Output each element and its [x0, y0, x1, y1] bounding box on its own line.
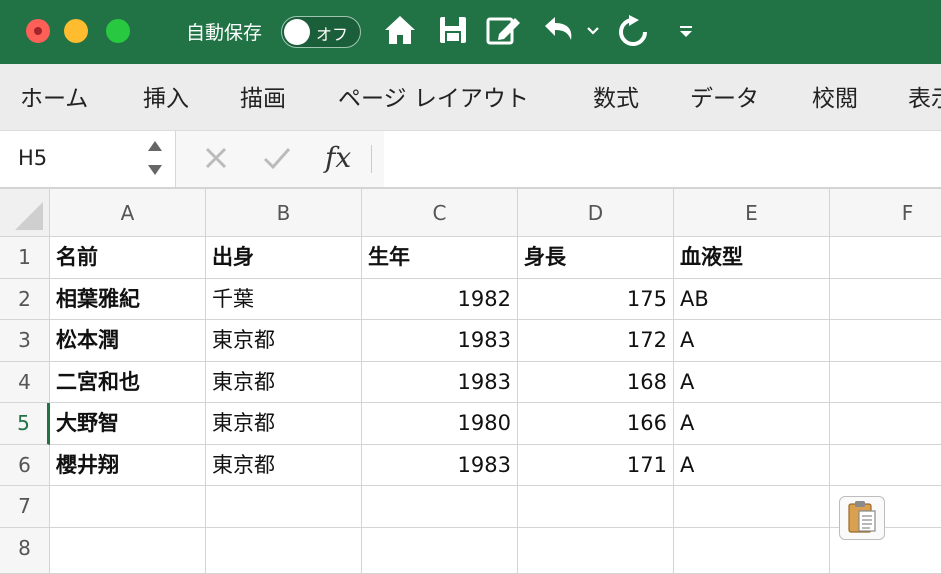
cell-a1[interactable]: 名前 [50, 237, 206, 279]
cell-b3[interactable]: 東京都 [206, 320, 362, 362]
cell-f1[interactable] [830, 237, 941, 279]
cell-f5[interactable] [830, 403, 941, 445]
edit-icon[interactable] [485, 12, 523, 52]
row-header-4[interactable]: 4 [0, 362, 50, 403]
tab-page-layout[interactable]: ページ レイアウト [338, 79, 529, 113]
row-header-7[interactable]: 7 [0, 486, 50, 528]
row-header-8[interactable]: 8 [0, 528, 50, 574]
cell-e6[interactable]: A [674, 445, 830, 486]
cell-b7[interactable] [206, 486, 362, 528]
cell-b2[interactable]: 千葉 [206, 279, 362, 320]
clipboard-icon [848, 501, 876, 533]
cell-e1[interactable]: 血液型 [674, 237, 830, 279]
row-header-6[interactable]: 6 [0, 445, 50, 486]
cell-e2[interactable]: AB [674, 279, 830, 320]
cell-d4[interactable]: 168 [518, 362, 674, 403]
cell-b4[interactable]: 東京都 [206, 362, 362, 403]
zoom-window-button[interactable] [106, 19, 130, 43]
column-header-b[interactable]: B [206, 189, 362, 237]
cell-d2[interactable]: 175 [518, 279, 674, 320]
row-header-2[interactable]: 2 [0, 279, 50, 320]
tab-draw[interactable]: 描画 [240, 79, 286, 113]
cell-a8[interactable] [50, 528, 206, 574]
home-icon[interactable] [383, 12, 417, 52]
cell-e4[interactable]: A [674, 362, 830, 403]
column-header-c[interactable]: C [362, 189, 518, 237]
cell-a4[interactable]: 二宮和也 [50, 362, 206, 403]
cell-b8[interactable] [206, 528, 362, 574]
autosave-toggle[interactable]: オフ [281, 16, 361, 48]
tab-insert[interactable]: 挿入 [143, 79, 189, 113]
cell-e3[interactable]: A [674, 320, 830, 362]
cell-d8[interactable] [518, 528, 674, 574]
formula-bar: H5 fx [0, 130, 941, 188]
cell-a2[interactable]: 相葉雅紀 [50, 279, 206, 320]
save-icon[interactable] [437, 12, 469, 52]
tab-review[interactable]: 校閲 [812, 79, 858, 113]
cell-c5[interactable]: 1980 [362, 403, 518, 445]
cell-f4[interactable] [830, 362, 941, 403]
chevron-down-icon[interactable] [148, 165, 162, 175]
cell-c6[interactable]: 1983 [362, 445, 518, 486]
cell-d3[interactable]: 172 [518, 320, 674, 362]
cell-a7[interactable] [50, 486, 206, 528]
chevron-up-icon[interactable] [148, 141, 162, 151]
cell-d6[interactable]: 171 [518, 445, 674, 486]
cell-a5[interactable]: 大野智 [50, 403, 206, 445]
cell-b6[interactable]: 東京都 [206, 445, 362, 486]
cell-d1[interactable]: 身長 [518, 237, 674, 279]
tab-data[interactable]: データ [690, 79, 759, 113]
cell-e7[interactable] [674, 486, 830, 528]
cell-c4[interactable]: 1983 [362, 362, 518, 403]
tab-home[interactable]: ホーム [20, 79, 88, 113]
cell-e5[interactable]: A [674, 403, 830, 445]
column-header-e[interactable]: E [674, 189, 830, 237]
title-bar: 自動保存 オフ [0, 0, 941, 64]
minimize-window-button[interactable] [64, 19, 88, 43]
cell-f2[interactable] [830, 279, 941, 320]
undo-icon[interactable] [541, 12, 577, 52]
cell-c7[interactable] [362, 486, 518, 528]
enter-icon[interactable] [262, 145, 292, 178]
column-header-a[interactable]: A [50, 189, 206, 237]
cell-f3[interactable] [830, 320, 941, 362]
cell-b1[interactable]: 出身 [206, 237, 362, 279]
column-header-d[interactable]: D [518, 189, 674, 237]
cell-b5[interactable]: 東京都 [206, 403, 362, 445]
ribbon-tabs: ホーム 挿入 描画 ページ レイアウト 数式 データ 校閲 表示 [0, 64, 941, 130]
autosave-label: 自動保存 [186, 22, 263, 44]
cell-c1[interactable]: 生年 [362, 237, 518, 279]
toggle-knob [284, 19, 310, 45]
cell-e8[interactable] [674, 528, 830, 574]
row-header-1[interactable]: 1 [0, 237, 50, 279]
cell-c2[interactable]: 1982 [362, 279, 518, 320]
divider [371, 145, 372, 173]
autosave-state: オフ [316, 25, 349, 44]
close-window-button[interactable] [26, 19, 50, 43]
insert-function-icon[interactable]: fx [325, 141, 351, 174]
cell-d5[interactable]: 166 [518, 403, 674, 445]
cell-f6[interactable] [830, 445, 941, 486]
cell-reference: H5 [18, 146, 48, 170]
customize-toolbar-icon[interactable] [678, 24, 694, 44]
spreadsheet-grid: A B C D E F 1 2 3 4 5 6 7 8 名前 出身 生年 身長 … [0, 187, 941, 574]
cell-c3[interactable]: 1983 [362, 320, 518, 362]
cell-c8[interactable] [362, 528, 518, 574]
tab-view[interactable]: 表示 [908, 79, 941, 113]
column-header-f[interactable]: F [830, 189, 941, 237]
name-box[interactable]: H5 [0, 131, 176, 188]
row-header-5[interactable]: 5 [0, 403, 50, 445]
row-header-3[interactable]: 3 [0, 320, 50, 362]
formula-input[interactable] [384, 131, 941, 188]
undo-dropdown-icon[interactable] [586, 22, 600, 41]
cell-d7[interactable] [518, 486, 674, 528]
redo-icon[interactable] [615, 12, 651, 54]
paste-options-button[interactable] [839, 496, 885, 540]
select-all-button[interactable] [0, 189, 50, 237]
cancel-icon[interactable] [203, 145, 229, 178]
cell-a3[interactable]: 松本潤 [50, 320, 206, 362]
tab-formulas[interactable]: 数式 [593, 79, 639, 113]
cell-a6[interactable]: 櫻井翔 [50, 445, 206, 486]
